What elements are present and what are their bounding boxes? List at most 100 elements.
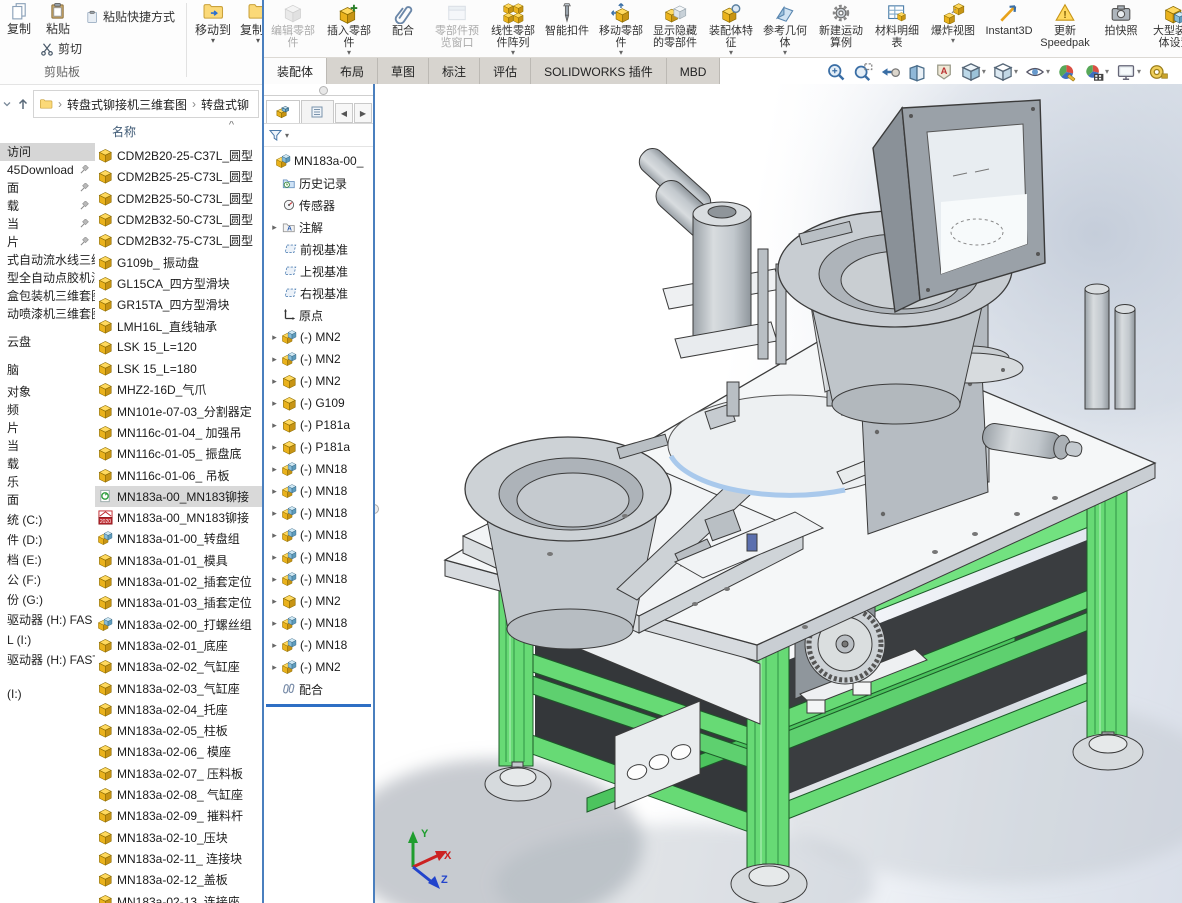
tree-root[interactable]: MN183a-00_: [264, 150, 373, 172]
chevron-down-icon[interactable]: ▾: [619, 49, 623, 56]
file-row[interactable]: MN183a-02-09_ 摧料杆: [95, 805, 262, 826]
ribbon-button-insert-component[interactable]: 插入零部件▾: [322, 0, 376, 57]
zoom-fit-button[interactable]: [824, 62, 848, 82]
sidebar-item-7[interactable]: 型全自动点胶机浅: [0, 269, 95, 287]
expand-arrow-icon[interactable]: ▸: [270, 442, 279, 453]
sidebar-item-8[interactable]: 盒包装机三维套图: [0, 287, 95, 305]
file-row[interactable]: MN183a-02-02_气缸座: [95, 656, 262, 677]
section-view-button[interactable]: [905, 62, 929, 82]
chevron-down-icon[interactable]: ▾: [347, 49, 351, 56]
tree-item-15[interactable]: ▸(-) MN18: [264, 502, 373, 524]
zoom-area-button[interactable]: [851, 62, 875, 82]
view-orientation-button[interactable]: ▾: [959, 62, 988, 82]
file-row[interactable]: G109b_ 振动盘: [95, 251, 262, 272]
file-row[interactable]: MN183a-02-03_气缸座: [95, 677, 262, 698]
ribbon-button-motion-study[interactable]: 新建运动算例: [814, 0, 868, 57]
file-row[interactable]: MN183a-02-00_打螺丝组: [95, 614, 262, 635]
ribbon-button-assembly-features[interactable]: 装配体特征▾: [704, 0, 758, 57]
ribbon-button-large-assembly[interactable]: 大型装配体设置: [1148, 0, 1182, 57]
sidebar-item-22[interactable]: 公 (F:): [0, 571, 95, 589]
tree-item-18[interactable]: ▸(-) MN18: [264, 568, 373, 590]
expand-arrow-icon[interactable]: ▸: [270, 398, 279, 409]
column-header-name[interactable]: 名称: [112, 125, 136, 139]
tree-item-10[interactable]: ▸(-) G109: [264, 392, 373, 414]
tree-item-23[interactable]: 配合: [264, 678, 373, 700]
tree-item-21[interactable]: ▸(-) MN18: [264, 634, 373, 656]
machine-3d-model[interactable]: [375, 84, 1182, 903]
file-row[interactable]: MN183a-02-08_ 气缸座: [95, 784, 262, 805]
breadcrumb-folder[interactable]: 转盘式铆: [201, 96, 249, 113]
file-row[interactable]: CDM2B25-25-C73L_圆型: [95, 166, 262, 187]
expand-arrow-icon[interactable]: ▸: [270, 662, 279, 673]
file-row[interactable]: MN183a-02-04_托座: [95, 699, 262, 720]
sidebar-item-18[interactable]: 面: [0, 491, 95, 509]
rollback-bar[interactable]: [266, 704, 371, 707]
tree-item-20[interactable]: ▸(-) MN18: [264, 612, 373, 634]
annotation-view-button[interactable]: A: [932, 62, 956, 82]
sidebar-item-19[interactable]: 统 (C:): [0, 511, 95, 529]
chevron-down-icon[interactable]: ▾: [1105, 67, 1109, 76]
tree-item-17[interactable]: ▸(-) MN18: [264, 546, 373, 568]
ribbon-button-instant3d[interactable]: Instant3D: [982, 0, 1036, 57]
file-row[interactable]: MN116c-01-06_ 吊板: [95, 464, 262, 485]
tree-item-5[interactable]: 右视基准: [264, 282, 373, 304]
measure-button[interactable]: [1146, 62, 1170, 82]
sidebar-item-10[interactable]: 云盘: [0, 333, 95, 351]
tree-item-16[interactable]: ▸(-) MN18: [264, 524, 373, 546]
sidebar-item-9[interactable]: 动喷漆机三维套图: [0, 305, 95, 323]
file-row[interactable]: LMH16L_直线轴承: [95, 315, 262, 336]
file-row[interactable]: MN183a-02-01_底座: [95, 635, 262, 656]
tree-item-14[interactable]: ▸(-) MN18: [264, 480, 373, 502]
expand-arrow-icon[interactable]: ▸: [270, 354, 279, 365]
file-row[interactable]: MN183a-02-10_压块: [95, 827, 262, 848]
sidebar-item-11[interactable]: 脑: [0, 361, 95, 379]
tab-草图[interactable]: 草图: [378, 58, 429, 85]
file-row[interactable]: GL15CA_四方型滑块: [95, 273, 262, 294]
sidebar-item-1[interactable]: 45Download: [0, 161, 95, 179]
expand-arrow-icon[interactable]: ▸: [270, 420, 279, 431]
sidebar-item-20[interactable]: 件 (D:): [0, 531, 95, 549]
edit-appearance-button[interactable]: [1055, 62, 1079, 82]
file-row[interactable]: CDM2B32-50-C73L_圆型: [95, 209, 262, 230]
sidebar-item-23[interactable]: 份 (G:): [0, 591, 95, 609]
tab-布局[interactable]: 布局: [327, 58, 378, 85]
ribbon-button-smart-fastener[interactable]: 智能扣件: [540, 0, 594, 57]
tree-item-11[interactable]: ▸(-) P181a: [264, 414, 373, 436]
file-row[interactable]: CDM2B32-75-C73L_圆型: [95, 230, 262, 251]
panel-splitter-handle[interactable]: [264, 84, 373, 96]
panel-tab-left-arrow[interactable]: ◀: [335, 103, 353, 123]
sidebar-item-14[interactable]: 片: [0, 419, 95, 437]
sidebar-item-16[interactable]: 载: [0, 455, 95, 473]
expand-arrow-icon[interactable]: ▸: [270, 332, 279, 343]
expand-arrow-icon[interactable]: ▸: [270, 486, 279, 497]
chevron-down-icon[interactable]: ▾: [1137, 67, 1141, 76]
ribbon-button-show-hidden[interactable]: 显示隐藏的零部件: [648, 0, 702, 57]
tab-property-manager[interactable]: [301, 100, 335, 123]
file-row[interactable]: MHZ2-16D_气爪: [95, 379, 262, 400]
breadcrumb-folder[interactable]: 转盘式铆接机三维套图: [67, 96, 187, 113]
file-row[interactable]: GR15TA_四方型滑块: [95, 294, 262, 315]
tree-item-1[interactable]: 传感器: [264, 194, 373, 216]
chevron-down-icon[interactable]: ▾: [982, 67, 986, 76]
ribbon-button-linear-pattern[interactable]: 线性零部件阵列▾: [486, 0, 540, 57]
tab-MBD[interactable]: MBD: [667, 58, 721, 85]
chevron-down-icon[interactable]: ▾: [1046, 67, 1050, 76]
chevron-down-icon[interactable]: ▾: [783, 49, 787, 56]
expand-arrow-icon[interactable]: ▸: [270, 618, 279, 629]
expand-arrow-icon[interactable]: ▸: [270, 530, 279, 541]
tree-item-9[interactable]: ▸(-) MN2: [264, 370, 373, 392]
file-row[interactable]: MN183a-01-01_模具: [95, 550, 262, 571]
sidebar-item-4[interactable]: 当: [0, 215, 95, 233]
paste-button[interactable]: 粘贴: [40, 2, 76, 37]
file-row[interactable]: MN183a-02-07_ 压料板: [95, 763, 262, 784]
sidebar-item-6[interactable]: 式自动流水线三维: [0, 251, 95, 269]
tab-评估[interactable]: 评估: [480, 58, 531, 85]
up-arrow-icon[interactable]: [15, 96, 31, 112]
file-row[interactable]: CDM2B20-25-C37L_圆型: [95, 145, 262, 166]
expand-arrow-icon[interactable]: ▸: [270, 640, 279, 651]
cut-button[interactable]: 剪切: [40, 40, 82, 57]
file-row[interactable]: CDM2B25-50-C73L_圆型: [95, 188, 262, 209]
sidebar-item-24[interactable]: 驱动器 (H:) FAS: [0, 611, 95, 629]
paste-shortcut-button[interactable]: 粘贴快捷方式: [86, 8, 175, 25]
copy-button[interactable]: 复制: [1, 2, 37, 37]
